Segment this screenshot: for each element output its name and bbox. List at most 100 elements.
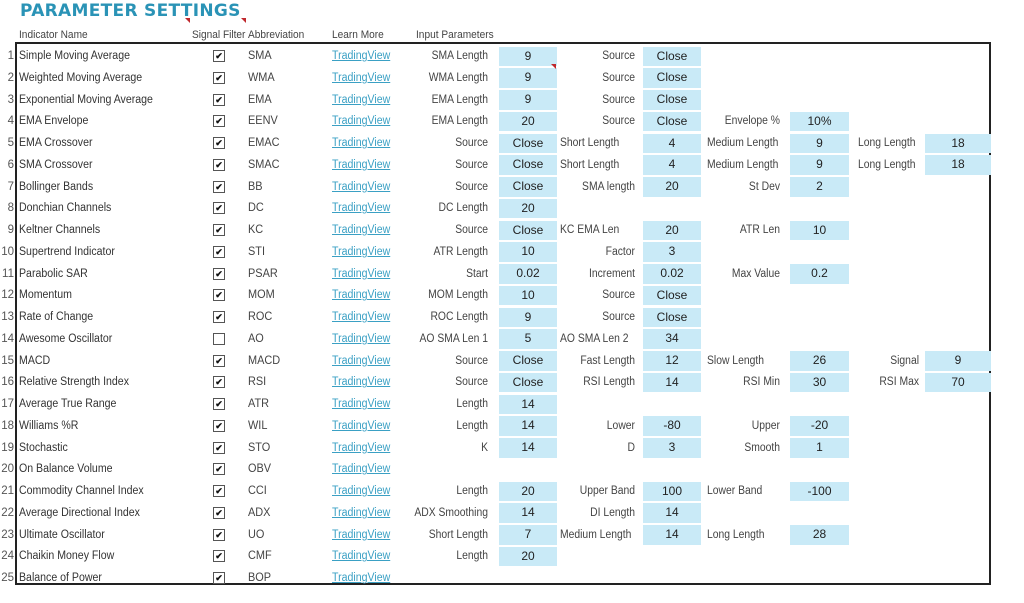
- param-input[interactable]: 70: [925, 372, 991, 393]
- learn-more-link[interactable]: TradingView: [332, 90, 393, 110]
- param-input[interactable]: Close: [643, 90, 701, 110]
- param-input[interactable]: Close: [643, 307, 701, 327]
- signal-filter-checkbox[interactable]: ✔: [213, 311, 225, 323]
- learn-more-link[interactable]: TradingView: [332, 242, 393, 262]
- param-input[interactable]: -80: [643, 416, 701, 436]
- param-input[interactable]: 18: [925, 155, 991, 175]
- signal-filter-checkbox[interactable]: ✔: [213, 137, 225, 149]
- learn-more-link[interactable]: TradingView: [332, 307, 393, 327]
- param-input[interactable]: 14: [499, 394, 557, 414]
- learn-more-link[interactable]: TradingView: [332, 481, 393, 501]
- param-input[interactable]: 20: [643, 220, 701, 240]
- param-input[interactable]: 20: [499, 198, 557, 219]
- learn-more-link[interactable]: TradingView: [332, 546, 393, 566]
- param-input[interactable]: 9: [499, 46, 557, 66]
- param-input[interactable]: 3: [643, 242, 701, 262]
- comment-marker-wma-length[interactable]: [551, 64, 556, 69]
- param-input[interactable]: Close: [643, 68, 701, 88]
- param-input[interactable]: 28: [790, 525, 849, 545]
- param-input[interactable]: Close: [499, 155, 557, 175]
- comment-marker-abbreviation[interactable]: [241, 18, 246, 23]
- param-input[interactable]: Close: [643, 111, 701, 132]
- param-input[interactable]: 20: [499, 481, 557, 501]
- param-input[interactable]: 10: [790, 220, 849, 240]
- signal-filter-checkbox[interactable]: ✔: [213, 354, 225, 367]
- param-input[interactable]: 9: [790, 155, 849, 175]
- param-input[interactable]: 7: [499, 525, 557, 545]
- param-input[interactable]: 14: [499, 503, 557, 523]
- param-input[interactable]: Close: [643, 285, 701, 306]
- param-input[interactable]: 0.02: [499, 264, 557, 284]
- learn-more-link[interactable]: TradingView: [332, 177, 393, 197]
- param-input[interactable]: 4: [643, 155, 701, 175]
- signal-filter-checkbox[interactable]: ✔: [213, 289, 225, 302]
- param-input[interactable]: Close: [499, 133, 557, 153]
- learn-more-link[interactable]: TradingView: [332, 329, 393, 349]
- signal-filter-checkbox[interactable]: ✔: [213, 202, 225, 215]
- learn-more-link[interactable]: TradingView: [332, 133, 393, 153]
- signal-filter-checkbox[interactable]: [213, 332, 225, 345]
- learn-more-link[interactable]: TradingView: [332, 372, 393, 392]
- param-input[interactable]: 10: [499, 285, 557, 306]
- learn-more-link[interactable]: TradingView: [332, 438, 393, 458]
- learn-more-link[interactable]: TradingView: [332, 68, 393, 88]
- param-input[interactable]: 9: [499, 90, 557, 110]
- param-input[interactable]: 100: [643, 481, 701, 501]
- signal-filter-checkbox[interactable]: ✔: [213, 485, 225, 497]
- param-input[interactable]: Close: [499, 372, 557, 393]
- param-input[interactable]: 5: [499, 329, 557, 349]
- signal-filter-checkbox[interactable]: ✔: [213, 419, 225, 432]
- param-input[interactable]: 10: [499, 242, 557, 262]
- param-input[interactable]: 0.2: [790, 264, 849, 284]
- param-input[interactable]: 20: [499, 546, 557, 567]
- learn-more-link[interactable]: TradingView: [332, 459, 393, 479]
- param-input[interactable]: 14: [643, 503, 701, 523]
- param-input[interactable]: 9: [790, 133, 849, 153]
- signal-filter-checkbox[interactable]: ✔: [213, 50, 225, 62]
- param-input[interactable]: 26: [790, 351, 849, 371]
- param-input[interactable]: 20: [643, 177, 701, 197]
- param-input[interactable]: 12: [643, 351, 701, 371]
- signal-filter-checkbox[interactable]: ✔: [213, 245, 225, 258]
- signal-filter-checkbox[interactable]: ✔: [213, 71, 225, 84]
- param-input[interactable]: 4: [643, 133, 701, 153]
- param-input[interactable]: 30: [790, 372, 849, 393]
- param-input[interactable]: 10%: [790, 111, 849, 132]
- param-input[interactable]: 9: [925, 351, 991, 371]
- signal-filter-checkbox[interactable]: ✔: [213, 224, 225, 236]
- signal-filter-checkbox[interactable]: ✔: [213, 376, 225, 389]
- signal-filter-checkbox[interactable]: ✔: [213, 180, 225, 193]
- param-input[interactable]: 14: [643, 525, 701, 545]
- param-input[interactable]: 9: [499, 68, 557, 88]
- learn-more-link[interactable]: TradingView: [332, 416, 393, 436]
- learn-more-link[interactable]: TradingView: [332, 525, 393, 545]
- signal-filter-checkbox[interactable]: ✔: [213, 463, 225, 476]
- learn-more-link[interactable]: TradingView: [332, 394, 393, 414]
- learn-more-link[interactable]: TradingView: [332, 220, 393, 240]
- param-input[interactable]: Close: [643, 46, 701, 66]
- param-input[interactable]: Close: [499, 177, 557, 197]
- learn-more-link[interactable]: TradingView: [332, 285, 393, 305]
- param-input[interactable]: Close: [499, 351, 557, 371]
- param-input[interactable]: 14: [643, 372, 701, 393]
- learn-more-link[interactable]: TradingView: [332, 198, 393, 218]
- signal-filter-checkbox[interactable]: ✔: [213, 528, 225, 541]
- comment-marker-signal-filter[interactable]: [185, 18, 190, 23]
- signal-filter-checkbox[interactable]: ✔: [213, 572, 225, 584]
- param-input[interactable]: 1: [790, 438, 849, 458]
- param-input[interactable]: 14: [499, 416, 557, 436]
- learn-more-link[interactable]: TradingView: [332, 568, 393, 588]
- signal-filter-checkbox[interactable]: ✔: [213, 158, 225, 171]
- param-input[interactable]: Close: [499, 220, 557, 240]
- signal-filter-checkbox[interactable]: ✔: [213, 398, 225, 410]
- signal-filter-checkbox[interactable]: ✔: [213, 267, 225, 280]
- param-input[interactable]: 3: [643, 438, 701, 458]
- learn-more-link[interactable]: TradingView: [332, 111, 393, 131]
- learn-more-link[interactable]: TradingView: [332, 46, 393, 66]
- learn-more-link[interactable]: TradingView: [332, 503, 393, 523]
- learn-more-link[interactable]: TradingView: [332, 351, 393, 371]
- param-input[interactable]: 9: [499, 307, 557, 327]
- param-input[interactable]: 20: [499, 111, 557, 132]
- signal-filter-checkbox[interactable]: ✔: [213, 506, 225, 519]
- param-input[interactable]: 34: [643, 329, 701, 349]
